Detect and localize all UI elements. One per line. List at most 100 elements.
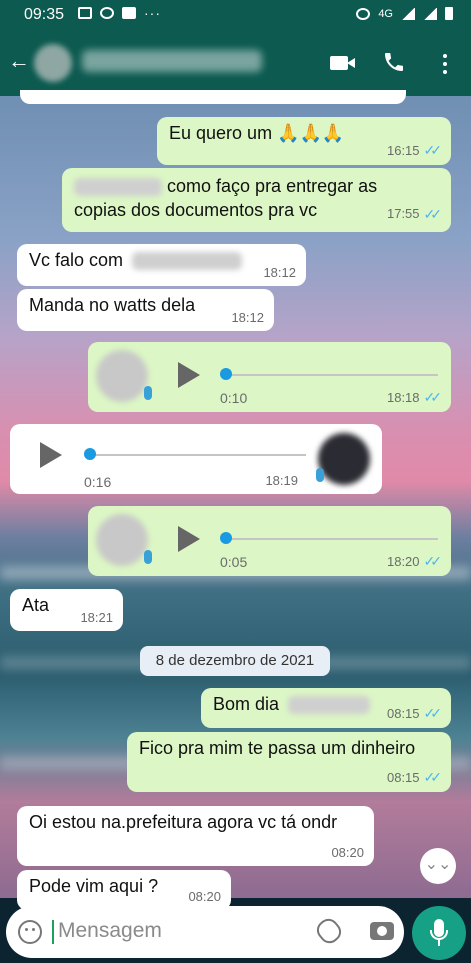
message-time: 18:21 (80, 610, 113, 625)
message-meta: 18:21 (80, 610, 113, 625)
paperclip-icon[interactable] (312, 914, 346, 948)
message-bubble-in[interactable]: Manda no watts dela 18:12 (17, 289, 274, 331)
read-ticks-icon: ✓✓ (423, 769, 443, 785)
message-bubble-in[interactable]: Pode vim aqui ? 08:20 (17, 870, 231, 910)
message-meta: 18:20 ✓✓ (387, 553, 443, 570)
message-meta: 18:12 (231, 310, 264, 325)
battery-icon (445, 7, 453, 20)
message-time: 18:12 (231, 310, 264, 325)
chat-header: ← (0, 30, 471, 96)
arrow-left-icon[interactable]: ← (6, 48, 32, 76)
partial-message[interactable] (20, 90, 406, 104)
message-bubble-out[interactable]: como faço pra entregar as copias dos doc… (62, 168, 451, 232)
audio-track[interactable] (226, 374, 438, 376)
message-text: Manda no watts dela (29, 295, 196, 315)
read-ticks-icon: ✓✓ (423, 553, 443, 569)
message-text: Oi estou na.prefeitura agora vc tá ondr (29, 812, 338, 832)
whatsapp-chat-screen: 09:35 ··· 4G ← Eu quero um 🙏🙏🙏 16:15 ✓✓ … (0, 0, 471, 963)
mic-icon (144, 386, 152, 400)
signal-icon (401, 7, 415, 20)
message-time: 17:55 (386, 206, 420, 221)
message-meta: 08:15 ✓✓ (386, 705, 443, 722)
video-call-icon[interactable] (328, 50, 358, 78)
signal-icon-2 (423, 7, 437, 20)
message-input-bar[interactable]: Mensagem (6, 906, 404, 958)
avatar[interactable] (34, 44, 72, 82)
audio-seek-knob[interactable] (220, 368, 232, 380)
contact-name-redacted[interactable] (82, 50, 262, 72)
message-meta: 08:20 (331, 845, 364, 860)
play-icon[interactable] (178, 362, 200, 388)
message-meta: 08:15 ✓✓ (386, 769, 443, 786)
double-chevron-down-icon[interactable]: ⌄⌄ (420, 848, 456, 884)
mic-icon (144, 550, 152, 564)
youtube-icon (122, 7, 136, 19)
avatar (318, 433, 370, 485)
message-text-line2: copias dos documentos pra vc (74, 200, 318, 220)
message-bubble-in[interactable]: Vc falo com 18:12 (17, 244, 306, 286)
mic-icon (316, 468, 324, 482)
read-ticks-icon: ✓✓ (423, 142, 443, 158)
read-ticks-icon: ✓✓ (423, 705, 443, 721)
message-time: 16:15 (386, 143, 420, 158)
message-text: Eu quero um 🙏🙏🙏 (169, 123, 345, 143)
weather-icon (100, 7, 114, 19)
message-meta: 18:18 ✓✓ (387, 389, 443, 406)
notification-icons: ··· (78, 5, 161, 21)
message-time: 08:20 (331, 845, 364, 860)
message-time: 18:19 (265, 473, 298, 488)
camera-icon[interactable] (370, 922, 394, 940)
play-icon[interactable] (40, 442, 62, 468)
redacted-name (74, 178, 162, 197)
avatar (96, 350, 148, 402)
alarm-icon (356, 7, 371, 20)
play-icon[interactable] (178, 526, 200, 552)
text-caret (52, 920, 54, 944)
gallery-icon (78, 7, 92, 19)
message-bubble-out[interactable]: Bom dia 08:15 ✓✓ (201, 688, 451, 728)
voice-message-out[interactable]: 0:05 18:20 ✓✓ (88, 506, 451, 576)
redacted-name (288, 696, 371, 715)
voice-message-in[interactable]: 0:16 18:19 (10, 424, 382, 494)
message-bubble-in[interactable]: Oi estou na.prefeitura agora vc tá ondr … (17, 806, 374, 866)
audio-seek-knob[interactable] (84, 448, 96, 460)
message-time: 08:15 (386, 770, 420, 785)
message-time: 08:15 (386, 706, 420, 721)
audio-seek-knob[interactable] (220, 532, 232, 544)
message-text: Vc falo com (29, 250, 124, 270)
message-text: Fico pra mim te passa um dinheiro (139, 738, 416, 758)
voice-message-out[interactable]: 0:10 18:18 ✓✓ (88, 342, 451, 412)
message-text: Bom dia (213, 694, 280, 714)
phone-icon[interactable] (382, 50, 412, 78)
message-meta: 16:15 ✓✓ (386, 142, 443, 159)
message-bubble-out[interactable]: Eu quero um 🙏🙏🙏 16:15 ✓✓ (157, 117, 451, 165)
read-ticks-icon: ✓✓ (423, 389, 443, 405)
avatar (96, 514, 148, 566)
message-meta: 08:20 (188, 889, 221, 904)
message-input[interactable]: Mensagem (58, 919, 162, 943)
audio-duration: 0:05 (220, 554, 248, 570)
network-type: 4G (378, 7, 393, 20)
status-time: 09:35 (24, 6, 65, 23)
message-text: Ata (22, 595, 50, 615)
message-meta: 18:19 (265, 473, 298, 488)
audio-track[interactable] (226, 538, 438, 540)
date-separator: 8 de dezembro de 2021 (140, 646, 330, 676)
audio-duration: 0:10 (220, 390, 248, 406)
message-text: como faço pra entregar as (167, 176, 378, 196)
message-meta: 18:12 (263, 265, 296, 280)
message-bubble-out[interactable]: Fico pra mim te passa um dinheiro 08:15 ✓… (127, 732, 451, 792)
message-time: 08:20 (188, 889, 221, 904)
more-vert-icon[interactable] (430, 50, 460, 78)
mic-button[interactable] (412, 906, 466, 960)
message-bubble-in[interactable]: Ata 18:21 (10, 589, 123, 631)
audio-duration: 0:16 (84, 474, 112, 490)
emoji-icon[interactable] (18, 920, 42, 944)
status-bar: 09:35 ··· 4G (0, 0, 471, 30)
message-meta: 17:55 ✓✓ (386, 202, 442, 226)
system-icons: 4G (356, 7, 453, 20)
message-time: 18:12 (263, 265, 296, 280)
message-text: Pode vim aqui ? (29, 876, 159, 896)
more-notifications-icon: ··· (144, 5, 161, 21)
audio-track[interactable] (92, 454, 306, 456)
